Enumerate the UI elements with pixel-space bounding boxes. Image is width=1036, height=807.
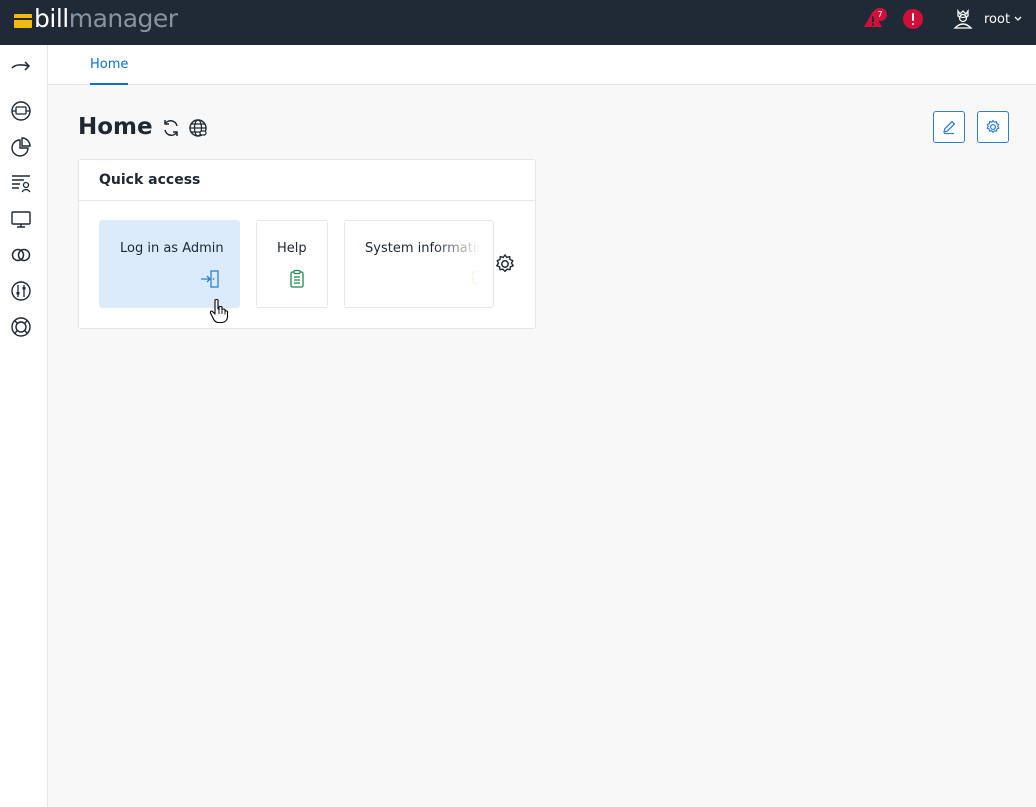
tile-label: Help xyxy=(277,241,307,256)
gear-icon xyxy=(986,119,1000,133)
notifications-count-badge: 7 xyxy=(873,8,887,21)
refresh-icon[interactable] xyxy=(161,118,181,138)
sliders-icon xyxy=(11,281,31,301)
monitor-icon xyxy=(11,211,31,228)
dashboard-settings-button[interactable] xyxy=(977,111,1009,143)
quick-access-tile-system-information[interactable]: System information xyxy=(344,220,494,308)
logo-text-bill: bill xyxy=(34,4,69,33)
document-icon xyxy=(290,269,304,288)
chevron-down-icon xyxy=(1014,16,1022,21)
globe-screen-icon xyxy=(11,101,31,121)
user-avatar-icon xyxy=(953,8,973,29)
edit-dashboard-button[interactable] xyxy=(933,111,965,143)
quick-access-title: Quick access xyxy=(79,160,535,201)
sidebar-item-settings[interactable] xyxy=(9,279,33,303)
login-icon xyxy=(201,270,219,288)
page-title: Home xyxy=(78,114,153,140)
sidebar-expand-button[interactable] xyxy=(9,54,33,78)
top-header: billmanager 7 root xyxy=(0,0,1036,45)
lifebuoy-icon xyxy=(11,317,31,337)
quick-access-settings-gear-icon[interactable] xyxy=(494,253,516,275)
pie-chart-icon xyxy=(11,137,31,157)
sidebar-item-support[interactable] xyxy=(9,315,33,339)
left-sidebar xyxy=(0,45,48,807)
pencil-icon xyxy=(943,120,956,135)
sidebar-item-services[interactable] xyxy=(9,207,33,231)
tab-bar: Home xyxy=(48,45,1036,85)
logo-text-manager: manager xyxy=(68,4,178,33)
tile-label: Log in as Admin xyxy=(120,241,224,256)
logo[interactable]: billmanager xyxy=(14,4,178,34)
user-menu[interactable]: root xyxy=(952,8,1022,30)
sidebar-item-statistics[interactable] xyxy=(9,135,33,159)
sidebar-item-clients[interactable] xyxy=(9,171,33,195)
quick-access-panel: Quick access Log in as Admin Help System… xyxy=(78,159,536,329)
hand-pointer-cursor-icon xyxy=(209,298,229,324)
quick-access-tile-login-as-admin[interactable]: Log in as Admin xyxy=(99,220,240,308)
tab-home[interactable]: Home xyxy=(90,45,129,85)
payment-circles-icon xyxy=(11,248,31,262)
user-name: root xyxy=(984,11,1011,27)
expand-arrow-icon xyxy=(11,61,31,71)
globe-link-icon[interactable] xyxy=(188,118,208,138)
client-list-icon xyxy=(12,175,31,193)
quick-access-tile-help[interactable]: Help xyxy=(256,220,328,308)
sidebar-item-billing[interactable] xyxy=(9,243,33,267)
problems-alert-icon[interactable] xyxy=(902,8,924,30)
logo-mark-icon xyxy=(14,14,32,28)
tile-fade-overlay xyxy=(433,221,493,307)
sidebar-item-products[interactable] xyxy=(9,99,33,123)
